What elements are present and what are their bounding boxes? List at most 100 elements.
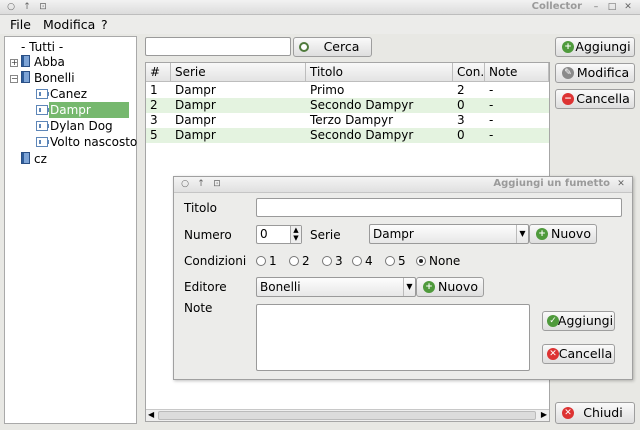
menu-modifica[interactable]: Modifica xyxy=(43,17,95,32)
dialog-app-icon: ⊡ xyxy=(213,179,221,189)
add-icon: ✓ xyxy=(547,315,559,327)
cell-note: - xyxy=(489,113,494,127)
delete-icon: − xyxy=(562,93,574,105)
cell-number: 3 xyxy=(150,113,158,127)
condizioni-radio-4[interactable]: 4 xyxy=(352,254,373,268)
series-icon xyxy=(36,121,49,131)
expand-icon[interactable]: + xyxy=(10,59,18,67)
dialog-cancel-button[interactable]: ✕ Cancella xyxy=(542,344,615,364)
note-textarea[interactable] xyxy=(256,304,530,371)
cell-condizioni: 2 xyxy=(457,83,465,97)
titolo-label: Titolo xyxy=(184,201,218,215)
cell-number: 2 xyxy=(150,98,158,112)
tree-item-volto-nascosto[interactable]: Volto nascosto xyxy=(50,134,137,150)
window-app-icon: ⊡ xyxy=(39,2,47,12)
cell-titolo: Terzo Dampyr xyxy=(310,113,393,127)
column-header-titolo[interactable]: Titolo xyxy=(306,63,453,82)
tree-item-dampr[interactable]: Dampr xyxy=(49,102,129,118)
add-icon: + xyxy=(562,41,574,53)
chevron-down-icon: ▼ xyxy=(403,278,415,296)
horizontal-scrollbar[interactable]: ◀ ▶ xyxy=(146,409,549,421)
condizioni-radio-5[interactable]: 5 xyxy=(385,254,406,268)
close-icon: ✕ xyxy=(562,407,574,419)
search-input[interactable] xyxy=(145,37,291,56)
cell-condizioni: 0 xyxy=(457,128,465,142)
titolo-field[interactable] xyxy=(256,198,622,217)
cell-note: - xyxy=(489,83,494,97)
numero-label: Numero xyxy=(184,228,232,242)
series-icon xyxy=(36,89,49,99)
condizioni-radio-group: 1 2 3 4 5 None xyxy=(256,254,496,268)
book-icon xyxy=(21,55,30,67)
book-icon xyxy=(21,152,30,164)
column-header-number[interactable]: # xyxy=(146,63,171,82)
collapse-icon[interactable]: − xyxy=(10,75,18,83)
column-header-serie[interactable]: Serie xyxy=(171,63,306,82)
tree-item-all[interactable]: - Tutti - xyxy=(21,39,63,55)
new-serie-button[interactable]: + Nuovo xyxy=(529,224,597,244)
stepper-arrows-icon[interactable]: ▲ ▼ xyxy=(290,226,301,243)
menu-help[interactable]: ? xyxy=(101,17,108,32)
condizioni-radio-3[interactable]: 3 xyxy=(322,254,343,268)
condizioni-radio-2[interactable]: 2 xyxy=(289,254,310,268)
cell-number: 1 xyxy=(150,83,158,97)
cell-serie: Dampr xyxy=(175,98,216,112)
dialog-close-icon[interactable]: ✕ xyxy=(616,179,626,189)
editore-label: Editore xyxy=(184,280,227,294)
cell-titolo: Secondo Dampyr xyxy=(310,128,414,142)
numero-stepper[interactable]: 0 ▲ ▼ xyxy=(256,225,302,244)
new-editore-button[interactable]: + Nuovo xyxy=(416,277,484,297)
tree-item-dylan-dog[interactable]: Dylan Dog xyxy=(50,118,113,134)
dialog-title: Aggiungi un fumetto xyxy=(493,178,610,189)
window-titlebar: ○ ↑ ⊡ Collector – □ ✕ xyxy=(0,0,640,15)
edit-icon: ✎ xyxy=(562,67,574,79)
publisher-tree[interactable]: - Tutti - + Abba − Bonelli Canez Dampr D… xyxy=(4,36,137,424)
table-row[interactable]: 1 Dampr Primo 2 - xyxy=(146,83,549,98)
scroll-left-icon[interactable]: ◀ xyxy=(148,410,154,419)
maximize-icon[interactable]: □ xyxy=(607,2,617,12)
chevron-down-icon: ▼ xyxy=(516,225,528,243)
dialog-up-icon[interactable]: ↑ xyxy=(196,179,206,189)
condizioni-radio-none[interactable]: None xyxy=(416,254,460,268)
tree-item-canez[interactable]: Canez xyxy=(50,86,87,102)
tree-item-abba[interactable]: Abba xyxy=(34,54,65,70)
column-header-note[interactable]: Note xyxy=(485,63,549,82)
cancel-icon: ✕ xyxy=(547,348,559,360)
search-button[interactable]: Cerca xyxy=(293,37,372,57)
dialog-add-button[interactable]: ✓ Aggiungi xyxy=(542,311,615,331)
scrollbar-thumb[interactable] xyxy=(158,411,536,420)
condizioni-radio-1[interactable]: 1 xyxy=(256,254,277,268)
tree-item-bonelli[interactable]: Bonelli xyxy=(34,70,75,86)
table-row[interactable]: 5 Dampr Secondo Dampyr 0 - xyxy=(146,128,549,143)
cell-serie: Dampr xyxy=(175,113,216,127)
window-up-icon[interactable]: ↑ xyxy=(22,2,32,12)
cell-condizioni: 0 xyxy=(457,98,465,112)
column-header-condizioni[interactable]: Con. xyxy=(453,63,485,82)
cell-number: 5 xyxy=(150,128,158,142)
dialog-titlebar: ○ ↑ ⊡ Aggiungi un fumetto ✕ xyxy=(174,177,632,193)
close-window-icon[interactable]: ✕ xyxy=(623,2,633,12)
add-button[interactable]: + Aggiungi xyxy=(555,37,635,57)
series-icon xyxy=(36,105,49,115)
condizioni-label: Condizioni xyxy=(184,254,247,268)
close-button[interactable]: ✕ Chiudi xyxy=(555,402,635,424)
delete-button[interactable]: − Cancella xyxy=(555,89,635,109)
minimize-icon[interactable]: – xyxy=(591,2,601,12)
add-icon: + xyxy=(423,281,435,293)
table-row[interactable]: 2 Dampr Secondo Dampyr 0 - xyxy=(146,98,549,113)
dialog-menu-icon[interactable]: ○ xyxy=(180,179,190,189)
cell-titolo: Secondo Dampyr xyxy=(310,98,414,112)
serie-select[interactable]: Dampr ▼ xyxy=(369,224,529,244)
editore-select[interactable]: Bonelli ▼ xyxy=(256,277,416,297)
tree-item-cz[interactable]: cz xyxy=(34,151,47,167)
menu-file[interactable]: File xyxy=(10,17,31,32)
serie-label: Serie xyxy=(310,228,341,242)
window-menu-icon[interactable]: ○ xyxy=(6,2,16,12)
series-icon xyxy=(36,137,49,147)
edit-button[interactable]: ✎ Modifica xyxy=(555,63,635,83)
table-row[interactable]: 3 Dampr Terzo Dampyr 3 - xyxy=(146,113,549,128)
scroll-right-icon[interactable]: ▶ xyxy=(541,410,547,419)
note-label: Note xyxy=(184,301,213,315)
cell-serie: Dampr xyxy=(175,128,216,142)
search-icon xyxy=(299,42,309,52)
